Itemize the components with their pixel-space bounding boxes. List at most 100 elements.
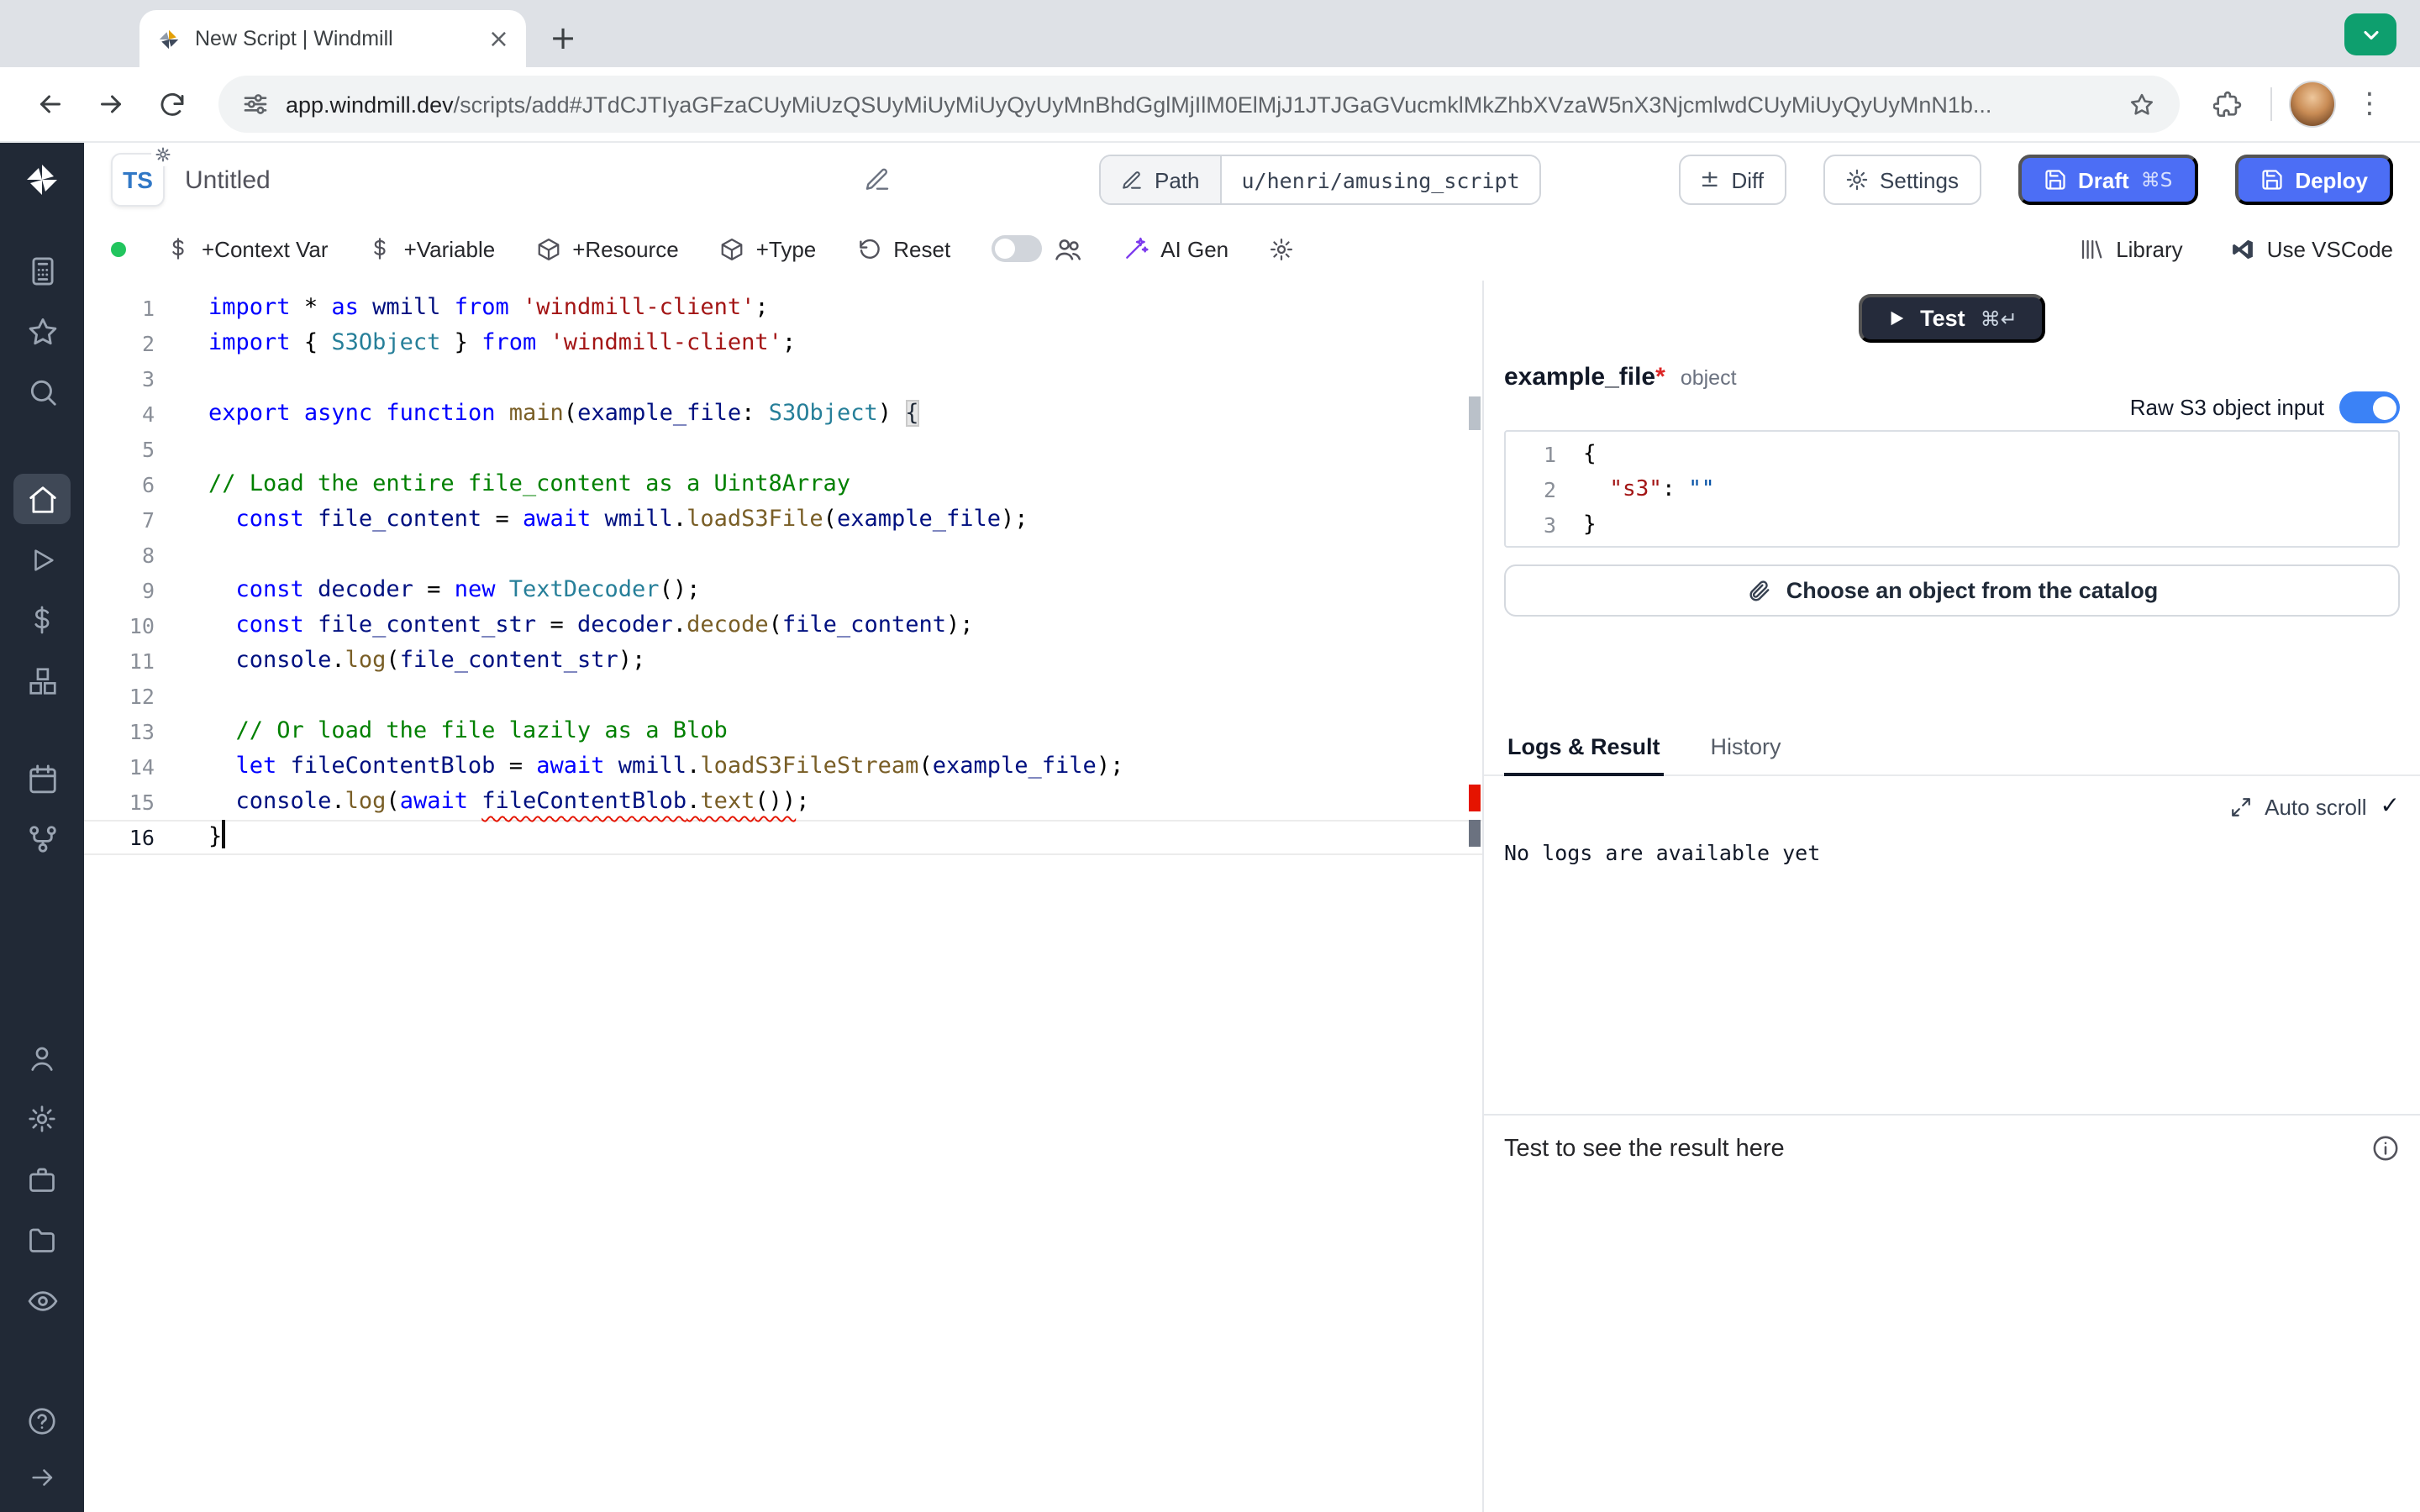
edit-title-pencil-icon[interactable]: [864, 166, 891, 193]
forward-button[interactable]: [84, 77, 138, 131]
multiplayer-toggle[interactable]: [991, 234, 1081, 263]
path-label: Path: [1155, 167, 1200, 192]
ai-gen-button[interactable]: AI Gen: [1122, 235, 1228, 262]
sidebar-item-audit[interactable]: [13, 1275, 71, 1326]
package-icon: [719, 236, 744, 261]
settings-button[interactable]: Settings: [1823, 155, 1981, 205]
add-resource-button[interactable]: +Resource: [535, 236, 678, 261]
sidebar-item-folders[interactable]: [13, 1215, 71, 1265]
language-badge-label: TS: [123, 166, 153, 193]
sidebar-item-search[interactable]: [13, 366, 71, 417]
windmill-logo-icon[interactable]: [22, 160, 62, 200]
path-group[interactable]: Path u/henri/amusing_script: [1099, 155, 1542, 205]
sidebar-item-runs[interactable]: [13, 534, 71, 585]
collapse-sidebar-icon[interactable]: [13, 1457, 71, 1497]
sidebar-item-flows[interactable]: [13, 813, 71, 864]
diff-label: Diff: [1732, 167, 1765, 192]
add-variable-label: +Variable: [404, 236, 496, 261]
reset-icon: [856, 236, 881, 261]
add-variable-button[interactable]: +Variable: [369, 236, 496, 261]
path-button[interactable]: Path: [1101, 156, 1222, 203]
address-bar[interactable]: app.windmill.dev/scripts/add#JTdCJTIyaGF…: [218, 76, 2180, 133]
draft-button[interactable]: Draft ⌘S: [2018, 155, 2197, 205]
gear-icon: [1844, 168, 1868, 192]
argument-name: example_file: [1504, 363, 1655, 391]
test-shortcut: ⌘↵: [1981, 307, 2018, 330]
sidebar-item-variables[interactable]: [13, 595, 71, 645]
status-dot: [111, 241, 126, 256]
sidebar-item-workers[interactable]: [13, 1154, 71, 1205]
code-lines: 1import * as wmill from 'windmill-client…: [84, 291, 1482, 855]
auto-scroll-control[interactable]: Auto scroll ✓: [1484, 776, 2420, 820]
add-resource-label: +Resource: [572, 236, 678, 261]
reset-button[interactable]: Reset: [856, 236, 950, 261]
sidebar-item-apps[interactable]: [13, 245, 71, 296]
add-context-var-button[interactable]: +Context Var: [166, 236, 329, 261]
browser-menu-icon[interactable]: ⋮: [2343, 77, 2396, 131]
draft-shortcut: ⌘S: [2141, 168, 2173, 192]
sidebar-item-schedules[interactable]: [13, 753, 71, 803]
overview-ruler-bracket-mark: [1469, 396, 1481, 430]
extensions-icon[interactable]: [2200, 77, 2254, 131]
use-vscode-label: Use VSCode: [2267, 236, 2393, 261]
info-icon[interactable]: [2371, 1134, 2400, 1163]
url-domain: app.windmill.dev: [286, 92, 454, 117]
json-input-editor[interactable]: 1{2 "s3": ""3}: [1504, 430, 2400, 548]
multiplayer-switch[interactable]: [991, 235, 1041, 262]
preview-panel: Test ⌘↵ example_file* object Raw S3 obje…: [1482, 281, 2420, 1512]
sidebar-item-resources[interactable]: [13, 655, 71, 706]
reset-label: Reset: [893, 236, 950, 261]
library-button[interactable]: Library: [2079, 236, 2183, 261]
gear-icon: [1269, 236, 1294, 261]
deploy-button[interactable]: Deploy: [2234, 155, 2393, 205]
url-path: /scripts/add#JTdCJTIyaGFzaCUyMiUzQSUyMiU…: [454, 92, 1992, 117]
add-type-button[interactable]: +Type: [719, 236, 817, 261]
test-button[interactable]: Test ⌘↵: [1858, 294, 2046, 343]
bookmark-star-icon[interactable]: [2128, 90, 2156, 118]
test-label: Test: [1920, 306, 1965, 331]
site-settings-icon[interactable]: [242, 91, 269, 118]
expand-icon: [2229, 795, 2251, 817]
tab-logs-result[interactable]: Logs & Result: [1504, 724, 1664, 776]
editor-settings-button[interactable]: [1269, 236, 1294, 261]
browser-tab[interactable]: New Script | Windmill ×: [139, 10, 526, 67]
back-button[interactable]: [24, 77, 77, 131]
code-editor[interactable]: 1import * as wmill from 'windmill-client…: [84, 281, 1482, 1512]
play-icon: [1886, 309, 1905, 328]
language-settings-gear-icon[interactable]: [151, 143, 175, 166]
tab-history[interactable]: History: [1707, 724, 1785, 774]
tab-close-icon[interactable]: ×: [488, 26, 509, 51]
new-tab-button[interactable]: +: [539, 15, 587, 62]
reload-button[interactable]: [145, 77, 198, 131]
package-icon: [535, 236, 560, 261]
windmill-favicon-icon: [156, 26, 182, 51]
tab-search-button[interactable]: [2344, 13, 2396, 55]
help-icon[interactable]: [13, 1396, 71, 1446]
ai-wand-icon: [1122, 235, 1149, 262]
sidebar-item-home[interactable]: [13, 474, 71, 524]
users-icon: [1053, 234, 1081, 263]
ai-gen-label: AI Gen: [1160, 236, 1228, 261]
choose-object-button[interactable]: Choose an object from the catalog: [1504, 564, 2400, 617]
diff-icon: ±: [1700, 166, 1719, 193]
profile-avatar[interactable]: [2289, 81, 2336, 128]
json-lines: 1{2 "s3": ""3}: [1506, 437, 2398, 543]
diff-button[interactable]: ± Diff: [1678, 155, 1786, 205]
sidebar-item-favorites[interactable]: [13, 306, 71, 356]
toolbar-divider: [2270, 87, 2272, 121]
sidebar-item-settings[interactable]: [13, 1094, 71, 1144]
required-asterisk: *: [1655, 363, 1665, 391]
choose-object-label: Choose an object from the catalog: [1786, 578, 2159, 603]
add-type-label: +Type: [756, 236, 817, 261]
raw-s3-switch[interactable]: [2339, 391, 2400, 423]
use-vscode-button[interactable]: Use VSCode: [2230, 236, 2393, 261]
sidebar-item-user[interactable]: [13, 1033, 71, 1084]
path-value[interactable]: u/henri/amusing_script: [1222, 156, 1540, 203]
browser-tabstrip: New Script | Windmill × +: [0, 0, 2420, 67]
tab-title: New Script | Windmill: [195, 27, 475, 50]
add-context-var-label: +Context Var: [202, 236, 329, 261]
chevron-down-icon: [2359, 23, 2382, 46]
settings-label: Settings: [1880, 167, 1959, 192]
script-title[interactable]: Untitled: [185, 165, 271, 194]
deploy-label: Deploy: [2295, 167, 2368, 192]
